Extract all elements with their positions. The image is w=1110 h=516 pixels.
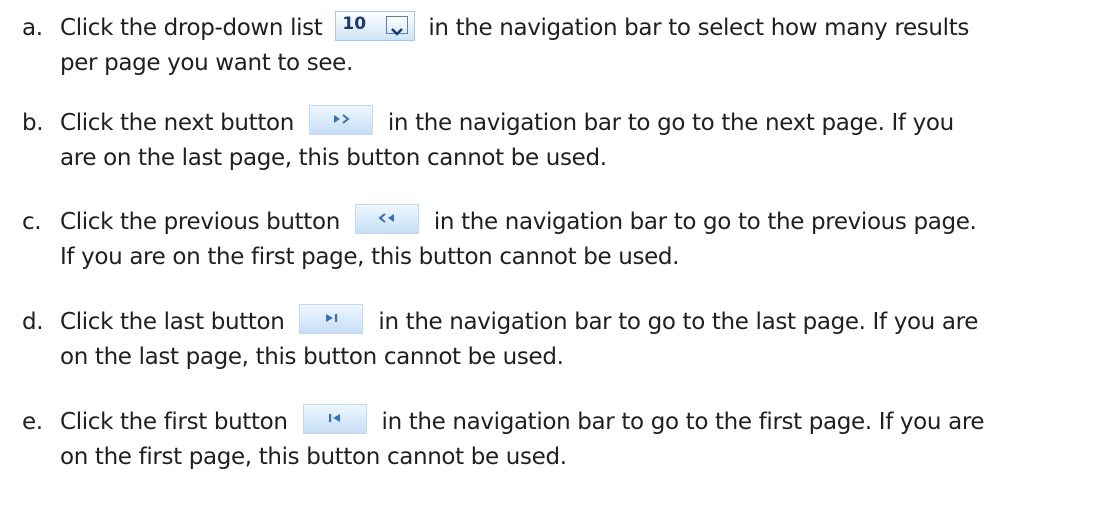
text-after-control: in the navigation bar to go to the first… — [381, 409, 985, 435]
line-1: Click the last button in the navigation … — [60, 303, 979, 339]
text-after-control: in the navigation bar to go to the previ… — [433, 209, 977, 235]
list-marker: b. — [22, 110, 44, 136]
line-2: If you are on the first page, this butto… — [60, 244, 680, 270]
list-marker: c. — [22, 209, 42, 235]
text-before-control: Click the first button — [60, 409, 288, 435]
chevron-down-icon — [386, 15, 409, 36]
text-after-control: in the navigation bar to go to the last … — [378, 309, 979, 335]
text-before-control: Click the drop-down list — [60, 15, 323, 41]
list-marker: e. — [22, 409, 43, 435]
list-marker: d. — [22, 309, 44, 335]
first-page-icon — [328, 413, 340, 422]
dropdown-value: 10 — [342, 13, 367, 34]
first-button-image — [302, 403, 367, 434]
text-after-control: in the navigation bar to go to the next … — [387, 110, 954, 136]
text-after-control: in the navigation bar to select how many… — [428, 15, 969, 41]
line-1: Click the first button in the navigation… — [60, 403, 985, 439]
next-icon — [333, 113, 350, 124]
text-before-control: Click the previous button — [60, 209, 340, 235]
line-2: per page you want to see. — [60, 50, 353, 76]
previous-icon — [378, 212, 394, 223]
line-2: on the first page, this button cannot be… — [60, 444, 567, 470]
line-1: Click the previous button in the navigat… — [60, 203, 977, 239]
previous-button-image — [354, 203, 419, 234]
line-1: Click the next button in the navigation … — [60, 104, 954, 140]
line-1: Click the drop-down list 10 in the navig… — [60, 10, 969, 45]
line-2: on the last page, this button cannot be … — [60, 344, 564, 370]
text-before-control: Click the last button — [60, 309, 285, 335]
last-button-image — [299, 303, 364, 334]
line-2: are on the last page, this button cannot… — [60, 145, 607, 171]
text-before-control: Click the next button — [60, 110, 294, 136]
results-per-page-dropdown: 10 — [335, 10, 416, 41]
list-marker: a. — [22, 15, 43, 41]
last-page-icon — [326, 313, 338, 322]
next-button-image — [308, 104, 373, 135]
instruction-list: a. Click the drop-down list 10 in the na… — [0, 0, 1110, 516]
